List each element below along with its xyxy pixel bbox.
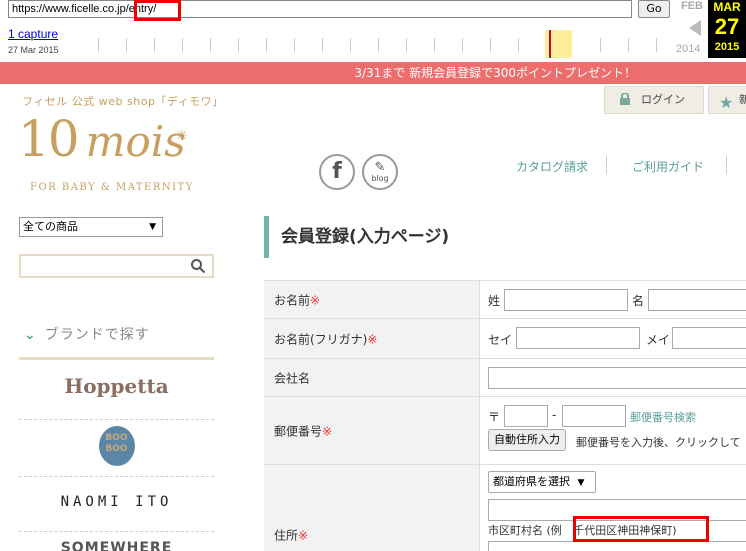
postal-dash: - [552, 408, 557, 422]
prefecture-select[interactable]: 都道府県を選択 ▼ [488, 471, 596, 493]
postal-search-link[interactable]: 郵便番号検索 [630, 409, 696, 425]
sparkle-icon: ✳ [176, 128, 188, 144]
highlight-box-example [573, 516, 709, 542]
form-row-name: お名前※ 姓 名 [264, 281, 746, 319]
brand-section-heading[interactable]: ⌄ ブランドで探す [24, 324, 150, 344]
brand-naomi-ito[interactable]: NAOMI ITO [19, 494, 214, 510]
current-month: MAR [713, 0, 741, 14]
postal-mark: 〒 [488, 410, 501, 424]
promo-banner[interactable]: 3/31まで 新規会員登録で300ポイントプレゼント！ [0, 62, 746, 84]
category-value: 全ての商品 [23, 220, 78, 233]
dropdown-arrow-icon: ▼ [149, 222, 156, 232]
sei-kana-label: セイ [488, 333, 513, 347]
brand-separator [19, 419, 214, 420]
kana-label: お名前(フリガナ)※ [264, 319, 480, 358]
current-date-block: MAR 27 2015 [708, 0, 746, 58]
brand-somewhere[interactable]: SOMEWHERE [19, 540, 214, 551]
address-label: 住所※ [264, 465, 480, 551]
chevron-down-icon: ⌄ [24, 327, 37, 343]
highlight-box-url [134, 0, 181, 21]
registration-form: お名前※ 姓 名 お名前(フリガナ)※ セイ メイ 会社名 郵便番号※ 〒 - [264, 280, 746, 551]
postal-label: 郵便番号※ [264, 397, 480, 464]
form-row-company: 会社名 [264, 359, 746, 397]
sei-label: 姓 [488, 294, 501, 308]
blog-icon[interactable]: ✎ blog [362, 154, 398, 190]
lock-icon [620, 93, 630, 105]
go-button[interactable]: Go [638, 0, 670, 18]
captures-link[interactable]: 1 capture [8, 27, 58, 41]
brand-booboo[interactable]: BOO BOO [19, 426, 214, 466]
facebook-icon[interactable]: f [319, 154, 355, 190]
logo-script: mois [85, 117, 186, 166]
search-icon[interactable] [190, 258, 206, 274]
company-label: 会社名 [264, 359, 480, 396]
name-label: お名前※ [264, 281, 480, 318]
mei-label: 名 [632, 294, 645, 308]
postal-code-second-input[interactable] [562, 405, 626, 427]
dropdown-arrow-icon: ▼ [577, 478, 585, 488]
site-tagline: フィセル 公式 web shop「ディモワ」 [22, 95, 224, 108]
logo-number: 10 [18, 110, 80, 168]
first-name-input[interactable] [648, 289, 746, 311]
capture-date: 27 Mar 2015 [8, 45, 59, 55]
wayback-toolbar: https://www.ficelle.co.jp/entry/ Go 1 ca… [0, 0, 746, 62]
nav-catalog[interactable]: カタログ請求 [516, 158, 588, 175]
nav-divider [606, 156, 607, 174]
first-name-kana-input[interactable] [672, 327, 746, 349]
login-button[interactable]: ログイン [604, 86, 704, 114]
form-row-kana: お名前(フリガナ)※ セイ メイ [264, 319, 746, 359]
brand-hoppetta[interactable]: Hoppetta [19, 374, 214, 398]
prev-year-label[interactable]: 2014 [676, 43, 700, 55]
search-input[interactable] [19, 254, 214, 278]
nav-divider [726, 156, 727, 174]
postal-hint: 郵便番号を入力後、クリックして [576, 436, 741, 449]
prefecture-value: 都道府県を選択 [493, 475, 570, 488]
new-member-label: 新 [739, 93, 746, 106]
login-label: ログイン [641, 93, 685, 106]
current-year: 2015 [714, 41, 740, 53]
brand-heading-label: ブランドで探す [44, 327, 150, 343]
brand-separator [19, 531, 214, 532]
booboo-logo: BOO BOO [98, 426, 135, 466]
page-title: 会員登録(入力ページ) [264, 216, 746, 258]
auto-address-button[interactable]: 自動住所入力 [488, 429, 566, 451]
prev-arrow-icon[interactable] [689, 20, 701, 36]
nav-guide[interactable]: ご利用ガイド [632, 158, 704, 175]
prev-month-label[interactable]: FEB [678, 0, 706, 12]
capture-timeline[interactable] [70, 30, 670, 58]
logo-subtitle: FOR BABY & MATERNITY [30, 182, 194, 193]
brand-divider [19, 357, 214, 360]
blog-label: blog [371, 174, 389, 183]
category-select[interactable]: 全ての商品 ▼ [19, 217, 163, 237]
url-input[interactable]: https://www.ficelle.co.jp/entry/ [8, 0, 632, 18]
street-input[interactable] [488, 541, 746, 551]
brand-separator [19, 476, 214, 477]
star-icon: ★ [719, 93, 734, 112]
new-member-button[interactable]: ★ 新 [708, 86, 746, 114]
last-name-input[interactable] [504, 289, 628, 311]
site-logo[interactable]: 10 mois [18, 110, 186, 168]
current-day: 27 [714, 14, 740, 39]
company-input[interactable] [488, 367, 746, 389]
last-name-kana-input[interactable] [516, 327, 640, 349]
capture-marker[interactable] [549, 30, 551, 58]
form-row-postal: 郵便番号※ 〒 - 郵便番号検索 自動住所入力 郵便番号を入力後、クリックして [264, 397, 746, 465]
mei-kana-label: メイ [646, 333, 671, 347]
postal-code-first-input[interactable] [504, 405, 548, 427]
